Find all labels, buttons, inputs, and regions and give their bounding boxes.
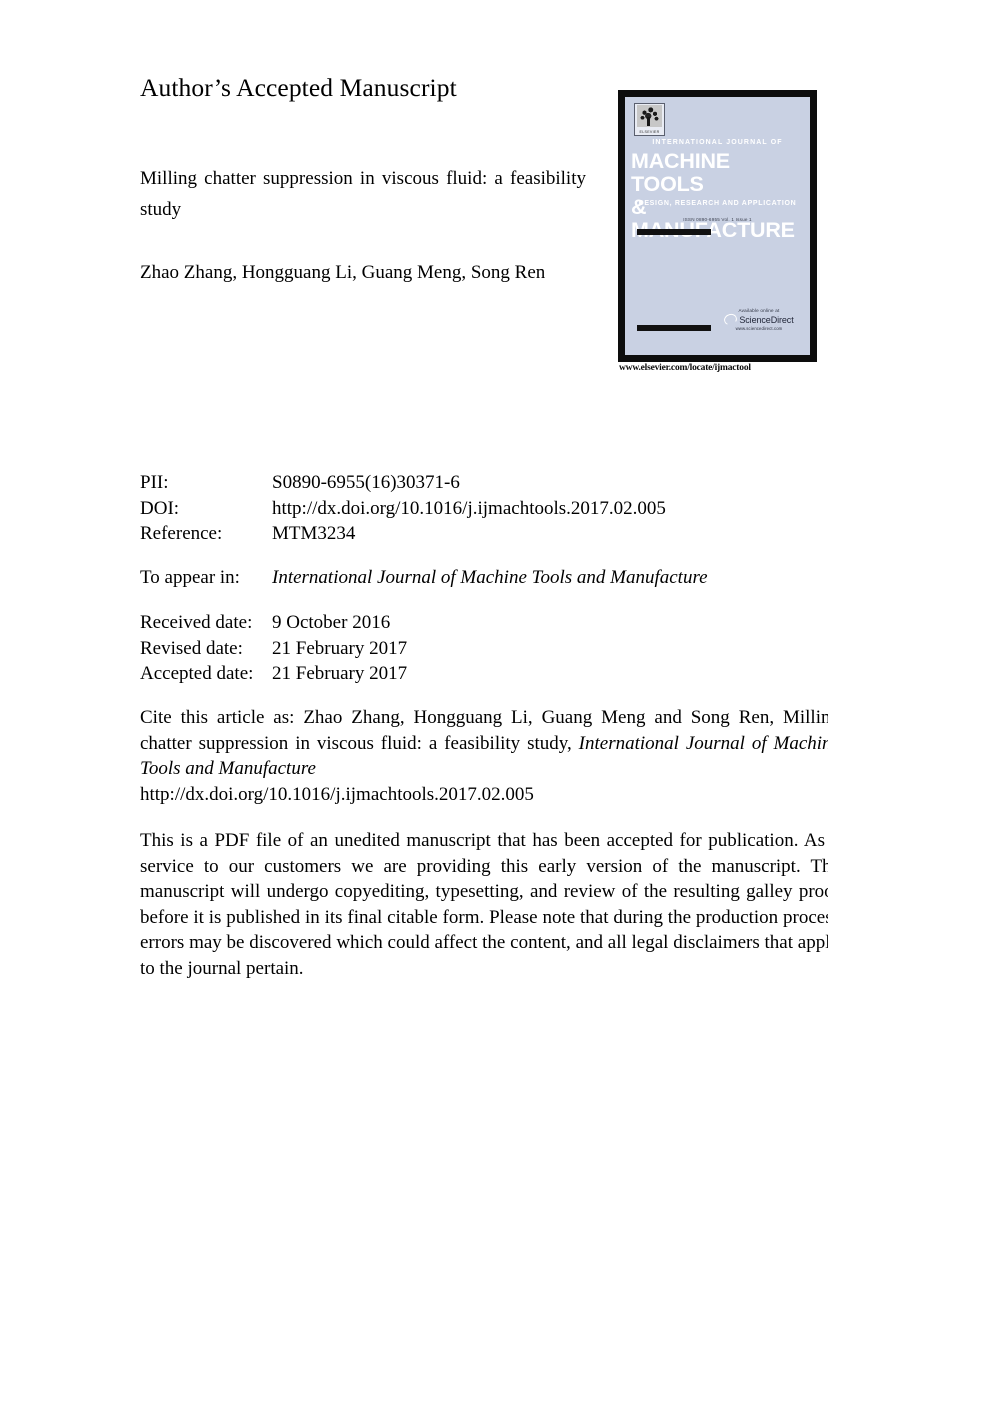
metadata-row-reference: Reference: MTM3234: [140, 521, 828, 547]
received-date-label: Received date:: [140, 612, 253, 633]
revised-date-value: 21 February 2017: [272, 637, 408, 659]
pii-value: S0890-6955(16)30371-6: [272, 472, 460, 493]
to-appear-in-label: To appear in:: [140, 567, 240, 588]
citation-paragraph: Cite this article as: Zhao Zhang, Honggu…: [140, 705, 828, 807]
doi-label: DOI:: [140, 497, 180, 519]
accepted-date-row: Accepted date: 21 February 2017: [140, 661, 407, 687]
received-date-row: Received date: 9 October 2016: [140, 610, 407, 636]
metadata-row-doi: DOI: http://dx.doi.org/10.1016/j.ijmacht…: [140, 496, 828, 522]
manuscript-cover-page: Author’s Accepted Manuscript ELSEVIER IN…: [0, 0, 992, 1403]
disclaimer-paragraph: This is a PDF file of an unedited manusc…: [140, 830, 828, 979]
revised-date-label: Revised date:: [140, 637, 243, 659]
metadata-row-pii: PII: S0890-6955(16)30371-6: [140, 470, 828, 496]
accepted-date-label: Accepted date:: [140, 663, 254, 684]
to-appear-in-row: To appear in: International Journal of M…: [140, 565, 708, 591]
text-column: Milling chatter suppression in viscous f…: [140, 0, 828, 1403]
accepted-date-value: 21 February 2017: [272, 663, 408, 684]
reference-value: MTM3234: [272, 523, 356, 544]
revised-date-row: Revised date: 21 February 2017: [140, 636, 407, 662]
reference-label: Reference:: [140, 523, 223, 544]
publication-metadata: PII: S0890-6955(16)30371-6 DOI: http://d…: [140, 470, 828, 547]
citation-doi[interactable]: http://dx.doi.org/10.1016/j.ijmachtools.…: [140, 782, 828, 808]
journal-title-value: International Journal of Machine Tools a…: [272, 567, 708, 588]
author-list: Zhao Zhang, Hongguang Li, Guang Meng, So…: [140, 262, 546, 283]
received-date-value: 9 October 2016: [272, 612, 391, 633]
doi-value[interactable]: http://dx.doi.org/10.1016/j.ijmachtools.…: [272, 496, 666, 522]
page-title: Milling chatter suppression in viscous f…: [140, 168, 586, 220]
publication-dates: Received date: 9 October 2016 Revised da…: [140, 610, 407, 687]
pii-label: PII:: [140, 472, 169, 493]
